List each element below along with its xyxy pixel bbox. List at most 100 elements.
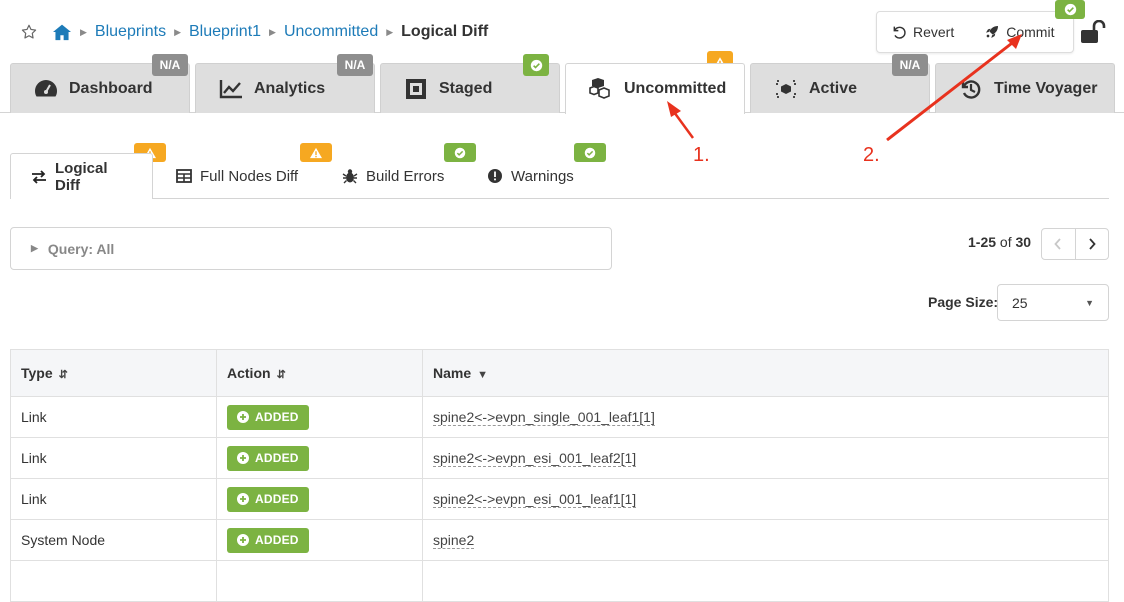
- tab-active-badge: N/A: [892, 54, 928, 76]
- cell-type: Link: [10, 478, 217, 520]
- staged-icon: [403, 76, 429, 102]
- table-icon: [176, 169, 192, 183]
- plus-circle-icon: [237, 493, 249, 505]
- sort-icon: ⇵: [58, 369, 68, 381]
- node-name-link[interactable]: spine2<->evpn_single_001_leaf1[1]: [433, 409, 655, 426]
- cubes-icon: [588, 76, 614, 102]
- history-icon: [958, 76, 984, 102]
- tab-uncommitted[interactable]: Uncommitted: [565, 63, 745, 114]
- chart-line-icon: [218, 76, 244, 102]
- cell-action: ADDED: [216, 478, 423, 520]
- subtab-build-errors-badge: [444, 143, 476, 162]
- cell-name: spine2<->evpn_single_001_leaf1[1]: [422, 396, 1109, 438]
- subtab-full-nodes-diff[interactable]: Full Nodes Diff: [176, 153, 298, 199]
- home-icon[interactable]: [52, 23, 72, 41]
- column-type-label: Type: [21, 365, 53, 381]
- subtab-warnings[interactable]: Warnings: [487, 153, 574, 199]
- revert-label: Revert: [913, 24, 955, 40]
- subtab-full-nodes-diff-badge: [300, 143, 332, 162]
- cell-type: Link: [10, 437, 217, 479]
- column-header-type[interactable]: Type ⇵: [10, 349, 217, 397]
- cell-name: spine2: [422, 519, 1109, 561]
- plus-circle-icon: [237, 534, 249, 546]
- breadcrumb-current: Logical Diff: [401, 23, 489, 40]
- tab-time-voyager[interactable]: Time Voyager: [935, 63, 1115, 113]
- revert-button[interactable]: Revert: [877, 12, 968, 52]
- tab-dashboard-label: Dashboard: [69, 79, 153, 97]
- annotation-step-1: 1.: [693, 144, 710, 166]
- active-icon: [773, 76, 799, 102]
- breadcrumb-blueprints[interactable]: Blueprints: [95, 23, 166, 41]
- column-name-label: Name: [433, 365, 472, 381]
- prev-page-button[interactable]: [1042, 229, 1075, 259]
- table-header-row: Type ⇵ Action ⇵ Name ▼: [10, 349, 1109, 397]
- chevron-right-icon: ▶: [174, 26, 181, 37]
- caret-down-icon: ▼: [1085, 297, 1094, 308]
- node-name-link[interactable]: spine2<->evpn_esi_001_leaf2[1]: [433, 450, 637, 467]
- added-label: ADDED: [255, 451, 299, 465]
- plus-circle-icon: [237, 411, 249, 423]
- pagination-info: 1-25 of 30: [968, 234, 1031, 250]
- star-icon[interactable]: [20, 23, 38, 41]
- page-size-label: Page Size:: [928, 294, 999, 310]
- node-name-link[interactable]: spine2<->evpn_esi_001_leaf1[1]: [433, 491, 637, 508]
- pagination-range: 1-25: [968, 234, 997, 250]
- sort-desc-icon: ▼: [477, 369, 489, 381]
- added-badge: ADDED: [227, 445, 309, 471]
- subtab-build-errors[interactable]: Build Errors: [342, 153, 444, 199]
- chevron-right-icon: [1089, 238, 1096, 250]
- subtab-build-errors-label: Build Errors: [366, 167, 445, 185]
- unlock-icon[interactable]: [1080, 20, 1106, 44]
- subtab-full-nodes-diff-label: Full Nodes Diff: [200, 167, 299, 185]
- pagination-buttons: [1041, 228, 1109, 260]
- cell-name: spine2<->evpn_esi_001_leaf1[1]: [422, 478, 1109, 520]
- query-panel[interactable]: ▶ Query: All: [10, 227, 612, 270]
- chevron-right-icon: ▶: [80, 26, 87, 37]
- cell-type: Link: [10, 396, 217, 438]
- subtab-logical-diff[interactable]: Logical Diff: [10, 153, 153, 199]
- annotation-step-2: 2.: [863, 144, 880, 166]
- page-size-value: 25: [1012, 294, 1028, 311]
- breadcrumb-blueprint1[interactable]: Blueprint1: [189, 23, 261, 41]
- added-label: ADDED: [255, 533, 299, 547]
- exclamation-icon: [487, 168, 503, 184]
- tab-active-label: Active: [809, 79, 858, 97]
- pagination-of: of: [999, 234, 1012, 250]
- page-size-select[interactable]: 25 ▼: [997, 284, 1109, 321]
- column-header-action[interactable]: Action ⇵: [216, 349, 423, 397]
- bug-icon: [342, 168, 358, 184]
- commit-button[interactable]: Commit: [968, 12, 1068, 52]
- dashboard-icon: [33, 76, 59, 102]
- chevron-right-icon: ▶: [269, 26, 276, 37]
- breadcrumb-uncommitted[interactable]: Uncommitted: [284, 23, 378, 41]
- blueprint-actions: Revert Commit: [876, 11, 1074, 53]
- tab-time-voyager-label: Time Voyager: [994, 79, 1098, 97]
- next-page-button[interactable]: [1074, 229, 1109, 259]
- added-badge: ADDED: [227, 486, 309, 512]
- commit-label: Commit: [1006, 24, 1055, 40]
- added-label: ADDED: [255, 492, 299, 506]
- cell-name: spine2<->evpn_esi_001_leaf2[1]: [422, 437, 1109, 479]
- caret-right-icon: ▶: [31, 243, 38, 253]
- added-label: ADDED: [255, 410, 299, 424]
- table-row: System Node ADDED spine2: [10, 519, 1109, 561]
- chevron-left-icon: [1054, 238, 1061, 250]
- pagination-total: 30: [1015, 234, 1032, 250]
- table-row: Link ADDED spine2<->evpn_esi_001_leaf1[1…: [10, 478, 1109, 520]
- added-badge: ADDED: [227, 404, 309, 430]
- tab-analytics-label: Analytics: [254, 79, 326, 97]
- cell-action: ADDED: [216, 519, 423, 561]
- tab-analytics-badge: N/A: [337, 54, 373, 76]
- table-row: Link ADDED spine2<->evpn_esi_001_leaf2[1…: [10, 437, 1109, 479]
- commit-status-badge: [1055, 0, 1085, 19]
- column-header-name[interactable]: Name ▼: [422, 349, 1109, 397]
- exchange-icon: [31, 169, 47, 184]
- chevron-right-icon: ▶: [386, 26, 394, 37]
- node-name-link[interactable]: spine2: [433, 532, 475, 549]
- tab-staged-label: Staged: [439, 79, 493, 97]
- added-badge: ADDED: [227, 527, 309, 553]
- cell-action: ADDED: [216, 396, 423, 438]
- cell-action: ADDED: [216, 437, 423, 479]
- query-label: Query: All: [47, 240, 115, 257]
- tab-staged-badge: [523, 54, 549, 76]
